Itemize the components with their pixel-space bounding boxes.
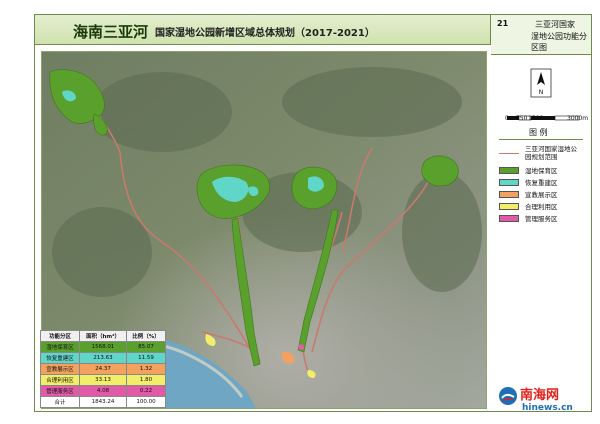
education-swatch	[499, 190, 519, 198]
map-number-box: 21 三亚河国家 湿地公园功能分区图	[491, 15, 591, 55]
map-name-line2: 湿地公园功能分区图	[531, 32, 587, 52]
table-header: 比例（%）	[125, 330, 167, 342]
scale-label-0: 0	[505, 115, 509, 122]
zone-area-table: 功能分区 面积（hm²） 比例（%） 湿地保育区 1568.01 85.07 恢…	[39, 330, 167, 408]
table-row: 管理服务区 4.08 0.22	[39, 385, 167, 397]
legend-item-label: 宣教展示区	[525, 191, 558, 199]
table-row: 恢复重建区 213.63 11.59	[39, 352, 167, 364]
table-cell: 33.13	[79, 374, 127, 386]
table-total-row: 合计 1843.24 100.00	[39, 396, 167, 408]
table-row: 湿地保育区 1568.01 85.07	[39, 341, 167, 353]
table-cell: 213.63	[79, 352, 127, 364]
use-swatch	[499, 202, 519, 210]
table-cell: 1843.24	[79, 396, 127, 408]
wave-logo-icon	[499, 387, 517, 405]
legend-panel: N 0 750 1500 3000m 图 例 三亚河国家湿地公园规划范围 湿地保…	[491, 55, 591, 411]
legend-item-label: 湿地保育区	[525, 167, 558, 175]
legend-item-label: 三亚河国家湿地公园规划范围	[525, 145, 577, 161]
logo-text: 南海网	[520, 388, 560, 403]
table-header-row: 功能分区 面积（hm²） 比例（%）	[39, 330, 167, 342]
map-title: 海南三亚河	[73, 23, 149, 41]
legend-item-label: 合理利用区	[525, 203, 558, 211]
table-cell: 11.59	[125, 352, 167, 364]
title-bar: 海南三亚河 国家湿地公园新增区域总体规划（2017-2021）	[35, 15, 491, 45]
table-cell: 管理服务区	[39, 385, 81, 397]
legend-item-use: 合理利用区	[499, 201, 558, 211]
table-cell: 100.00	[125, 396, 167, 408]
logo-url: hinews.cn	[522, 403, 573, 413]
table-row: 合理利用区 33.13 1.80	[39, 374, 167, 386]
svg-text:N: N	[539, 89, 544, 96]
table-cell: 1568.01	[79, 341, 127, 353]
legend-item-conservation: 湿地保育区	[499, 165, 558, 175]
legend-divider	[499, 139, 583, 140]
table-cell: 1.80	[125, 374, 167, 386]
map-subtitle: 国家湿地公园新增区域总体规划（2017-2021）	[155, 28, 375, 39]
scale-bar: 0 750 1500 3000m	[497, 107, 589, 123]
table-row: 宣教展示区 24.37 1.32	[39, 363, 167, 375]
table-cell: 1.32	[125, 363, 167, 375]
boundary-swatch	[499, 150, 519, 157]
legend-item-boundary: 三亚河国家湿地公园规划范围	[499, 145, 583, 161]
scale-label-3: 3000m	[567, 115, 589, 122]
north-arrow-icon: N	[530, 68, 552, 98]
scale-label-2: 1500	[528, 115, 544, 122]
hinews-logo: 南海网 hinews.cn	[498, 384, 598, 420]
scale-label-1: 750	[516, 115, 528, 122]
table-cell: 恢复重建区	[39, 352, 81, 364]
table-cell: 85.07	[125, 341, 167, 353]
table-cell: 24.37	[79, 363, 127, 375]
map-number: 21	[497, 19, 509, 28]
table-cell: 合理利用区	[39, 374, 81, 386]
restoration-swatch	[499, 178, 519, 186]
service-swatch	[499, 214, 519, 222]
table-header: 面积（hm²）	[79, 330, 127, 342]
legend-title: 图 例	[529, 128, 548, 137]
table-cell: 湿地保育区	[39, 341, 81, 353]
table-cell: 宣教展示区	[39, 363, 81, 375]
conservation-swatch	[499, 166, 519, 174]
legend-item-label: 恢复重建区	[525, 179, 558, 187]
legend-item-service: 管理服务区	[499, 213, 558, 223]
table-cell: 合计	[39, 396, 81, 408]
legend-item-label: 管理服务区	[525, 215, 558, 223]
legend-item-restoration: 恢复重建区	[499, 177, 558, 187]
table-header: 功能分区	[39, 330, 81, 342]
table-cell: 0.22	[125, 385, 167, 397]
map-name-line1: 三亚河国家	[535, 20, 575, 29]
legend-item-education: 宣教展示区	[499, 189, 558, 199]
table-cell: 4.08	[79, 385, 127, 397]
